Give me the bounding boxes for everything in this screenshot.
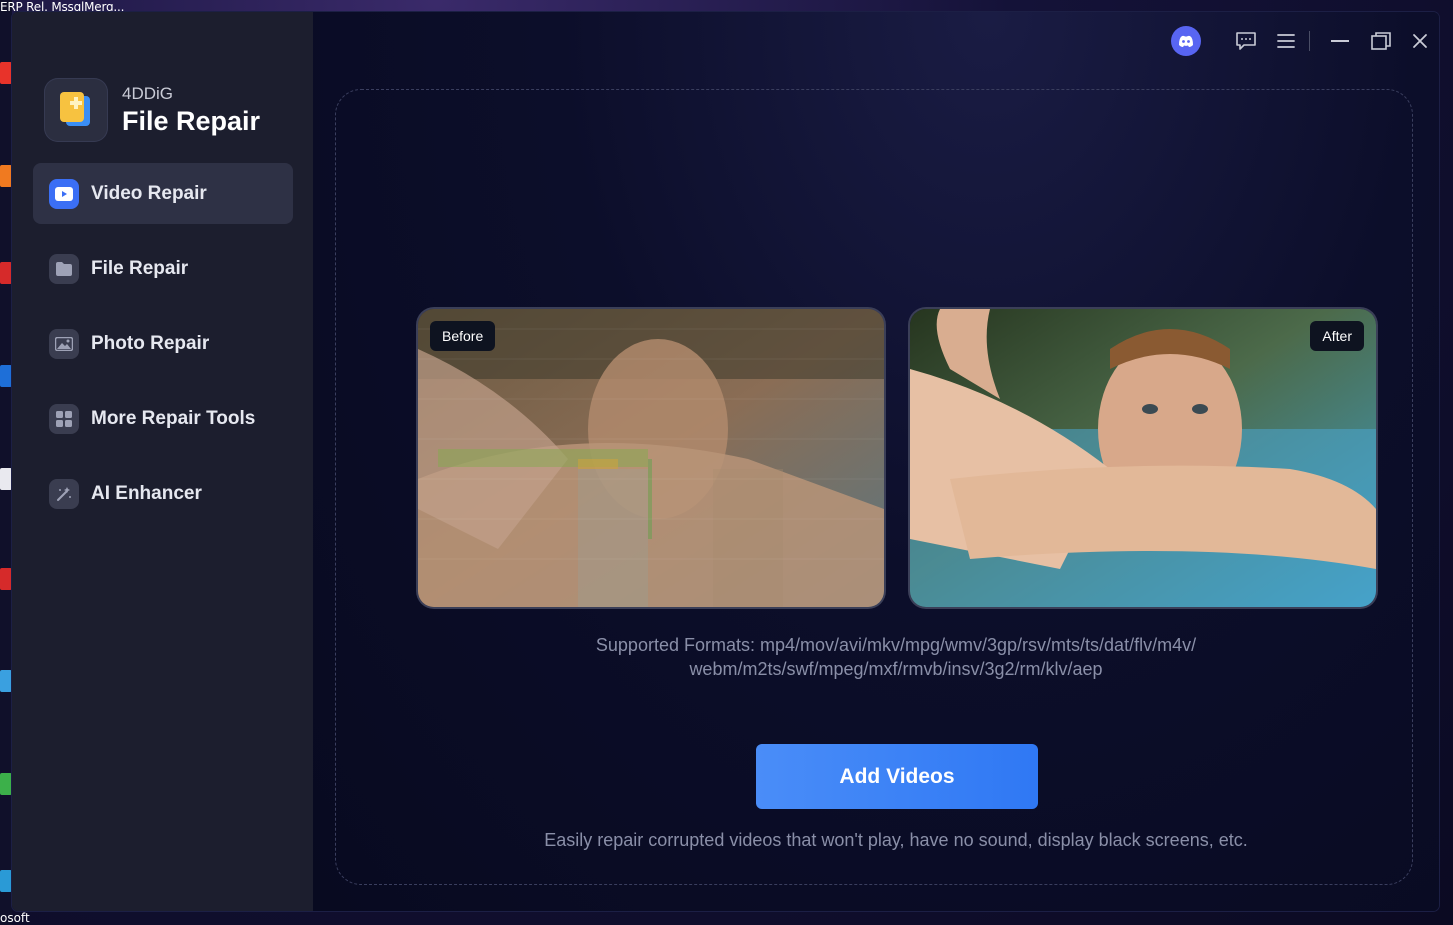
minimize-icon[interactable] <box>1325 26 1355 56</box>
sidebar-item-label: Photo Repair <box>91 332 210 354</box>
sidebar-item-more-repair-tools[interactable]: More Repair Tools <box>33 388 293 449</box>
sidebar-item-video-repair[interactable]: Video Repair <box>33 163 293 224</box>
video-drop-zone[interactable]: Before After Supported Formats: mp4/mov/… <box>335 89 1413 885</box>
sidebar-item-label: More Repair Tools <box>91 407 256 429</box>
sidebar-item-file-repair[interactable]: File Repair <box>33 238 293 299</box>
product-name: File Repair <box>122 105 261 136</box>
desktop-shortcut-icon[interactable] <box>0 365 12 387</box>
sidebar-item-label: AI Enhancer <box>91 482 202 504</box>
photo-icon <box>49 328 79 359</box>
app-window: 4DDiG File Repair Video Repair File Repa… <box>12 12 1439 911</box>
supported-formats-line: webm/m2ts/swf/mpeg/mxf/rmvb/insv/3g2/rm/… <box>689 659 1103 679</box>
desktop-shortcut-icon[interactable] <box>0 262 12 284</box>
discord-icon[interactable] <box>1171 26 1201 56</box>
desktop-shortcut-icon[interactable] <box>0 165 12 187</box>
magic-wand-icon <box>49 478 79 509</box>
desktop-shortcut-icon[interactable] <box>0 62 12 84</box>
app-logo: 4DDiG File Repair <box>44 78 260 142</box>
after-preview-image: After <box>910 309 1376 607</box>
repair-hint-text: Easily repair corrupted videos that won'… <box>544 830 1248 850</box>
close-icon[interactable] <box>1405 26 1435 56</box>
desktop-background <box>0 0 12 925</box>
brand-name: 4DDiG <box>122 83 174 103</box>
app-logo-icon <box>44 78 108 142</box>
desktop-shortcut-icon[interactable] <box>0 568 12 590</box>
supported-formats-line: Supported Formats: mp4/mov/avi/mkv/mpg/w… <box>595 635 1197 655</box>
before-badge: Before <box>430 321 496 351</box>
before-preview-image: Before <box>418 309 884 607</box>
add-videos-button[interactable]: Add Videos <box>756 744 1038 809</box>
sidebar: 4DDiG File Repair Video Repair File Repa… <box>12 12 313 911</box>
sidebar-item-ai-enhancer[interactable]: AI Enhancer <box>33 463 293 524</box>
desktop-shortcut-icon[interactable] <box>0 773 12 795</box>
desktop-shortcut-icon[interactable] <box>0 670 12 692</box>
restore-icon[interactable] <box>1366 26 1396 56</box>
supported-formats: Supported Formats: mp4/mov/avi/mkv/mpg/w… <box>396 633 1396 681</box>
folder-icon <box>49 253 79 284</box>
video-icon <box>49 178 79 209</box>
feedback-icon[interactable] <box>1231 26 1261 56</box>
desktop-shortcut-icon[interactable] <box>0 468 12 490</box>
sidebar-nav: Video Repair File Repair Photo Repair Mo… <box>33 163 293 538</box>
sidebar-item-label: Video Repair <box>91 182 207 204</box>
sidebar-item-photo-repair[interactable]: Photo Repair <box>33 313 293 374</box>
menu-icon[interactable] <box>1271 26 1301 56</box>
main-panel: Before After Supported Formats: mp4/mov/… <box>313 12 1439 911</box>
sidebar-item-label: File Repair <box>91 257 189 279</box>
after-badge: After <box>1310 321 1364 351</box>
grid-icon <box>49 403 79 434</box>
titlebar-divider <box>1309 31 1310 51</box>
desktop-shortcut-icon[interactable] <box>0 870 12 892</box>
desktop-label: osoft <box>0 911 30 925</box>
